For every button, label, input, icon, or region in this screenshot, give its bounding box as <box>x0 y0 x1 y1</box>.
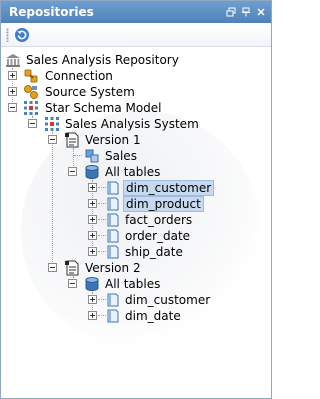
collapse-toggle[interactable] <box>68 167 77 176</box>
table-icon <box>106 213 120 227</box>
tree-node-table[interactable]: fact_orders <box>1 212 271 228</box>
tree-node-version-1[interactable]: Version 1 <box>1 132 271 148</box>
tree-label-sales-analysis-system: Sales Analysis System <box>65 117 199 131</box>
tree-label-sales: Sales <box>105 149 137 163</box>
tree-label-table: dim_date <box>125 309 181 323</box>
tree-node-all-tables-v2[interactable]: All tables <box>1 276 271 292</box>
restore-icon[interactable] <box>224 5 237 18</box>
table-icon <box>106 181 120 195</box>
tree-node-sales[interactable]: Sales <box>1 148 271 164</box>
collapse-toggle[interactable] <box>28 119 37 128</box>
tree-label-version-2: Version 2 <box>85 261 141 275</box>
tree-node-root[interactable]: Sales Analysis Repository <box>1 52 271 68</box>
tree-node-sales-analysis-system[interactable]: Sales Analysis System <box>1 116 271 132</box>
expand-toggle[interactable] <box>88 247 97 256</box>
tree-node-table[interactable]: ship_date <box>1 244 271 260</box>
tree-label-all-tables-v2: All tables <box>105 277 161 291</box>
repositories-panel: Repositories Sales Analysis Repository C… <box>0 0 272 399</box>
panel-titlebar: Repositories <box>1 1 271 23</box>
expand-toggle[interactable] <box>88 231 97 240</box>
database-icon <box>84 276 100 292</box>
version-icon <box>64 132 80 148</box>
tree-label-table: fact_orders <box>125 213 193 227</box>
tree-label-table: dim_customer <box>123 180 215 196</box>
table-icon <box>106 245 120 259</box>
tree-node-star-schema-model[interactable]: Star Schema Model <box>1 100 271 116</box>
repository-icon <box>5 52 21 68</box>
expand-toggle[interactable] <box>8 87 17 96</box>
tree-label-table: ship_date <box>125 245 183 259</box>
tree-label-all-tables-v1: All tables <box>105 165 161 179</box>
tree-label-source-system: Source System <box>45 85 135 99</box>
tree-node-table[interactable]: dim_customer <box>1 180 271 196</box>
collapse-toggle[interactable] <box>8 103 17 112</box>
expand-toggle[interactable] <box>88 295 97 304</box>
collapse-toggle[interactable] <box>68 279 77 288</box>
tree-node-all-tables-v1[interactable]: All tables <box>1 164 271 180</box>
expand-toggle[interactable] <box>88 215 97 224</box>
tree-label-star-schema-model: Star Schema Model <box>45 101 162 115</box>
expand-toggle[interactable] <box>88 183 97 192</box>
table-icon <box>106 229 120 243</box>
star-schema-icon <box>44 116 60 132</box>
tree-node-source-system[interactable]: Source System <box>1 84 271 100</box>
tree-node-table[interactable]: order_date <box>1 228 271 244</box>
tree-label-table: order_date <box>125 229 191 243</box>
tree-node-version-2[interactable]: Version 2 <box>1 260 271 276</box>
tree-label-root: Sales Analysis Repository <box>26 53 179 67</box>
table-icon <box>106 293 120 307</box>
title-buttons <box>224 5 267 19</box>
panel-title: Repositories <box>9 5 94 19</box>
tree-label-connection: Connection <box>45 69 113 83</box>
connection-icon <box>23 68 39 84</box>
expand-toggle[interactable] <box>8 71 17 80</box>
database-icon <box>84 164 100 180</box>
tree-label-table: dim_customer <box>125 293 211 307</box>
expand-toggle[interactable] <box>88 199 97 208</box>
refresh-icon[interactable] <box>13 26 31 44</box>
tree-node-table[interactable]: dim_customer <box>1 292 271 308</box>
source-system-icon <box>23 84 39 100</box>
table-icon <box>106 197 120 211</box>
tree-label-table: dim_product <box>123 196 204 212</box>
panel-toolbar <box>1 23 271 47</box>
table-icon <box>106 309 120 323</box>
repository-tree: Sales Analysis Repository Connection Sou… <box>1 48 271 398</box>
tree-node-table[interactable]: dim_date <box>1 308 271 324</box>
star-schema-icon <box>23 100 39 116</box>
version-icon <box>64 260 80 276</box>
collapse-toggle[interactable] <box>48 135 57 144</box>
tree-node-connection[interactable]: Connection <box>1 68 271 84</box>
toolbar-grip[interactable] <box>6 28 9 42</box>
tree-label-version-1: Version 1 <box>85 133 141 147</box>
pin-icon[interactable] <box>239 5 252 18</box>
expand-toggle[interactable] <box>88 311 97 320</box>
collapse-toggle[interactable] <box>48 263 57 272</box>
tree-node-table[interactable]: dim_product <box>1 196 271 212</box>
close-icon[interactable] <box>254 5 267 18</box>
cube-icon <box>84 148 100 164</box>
